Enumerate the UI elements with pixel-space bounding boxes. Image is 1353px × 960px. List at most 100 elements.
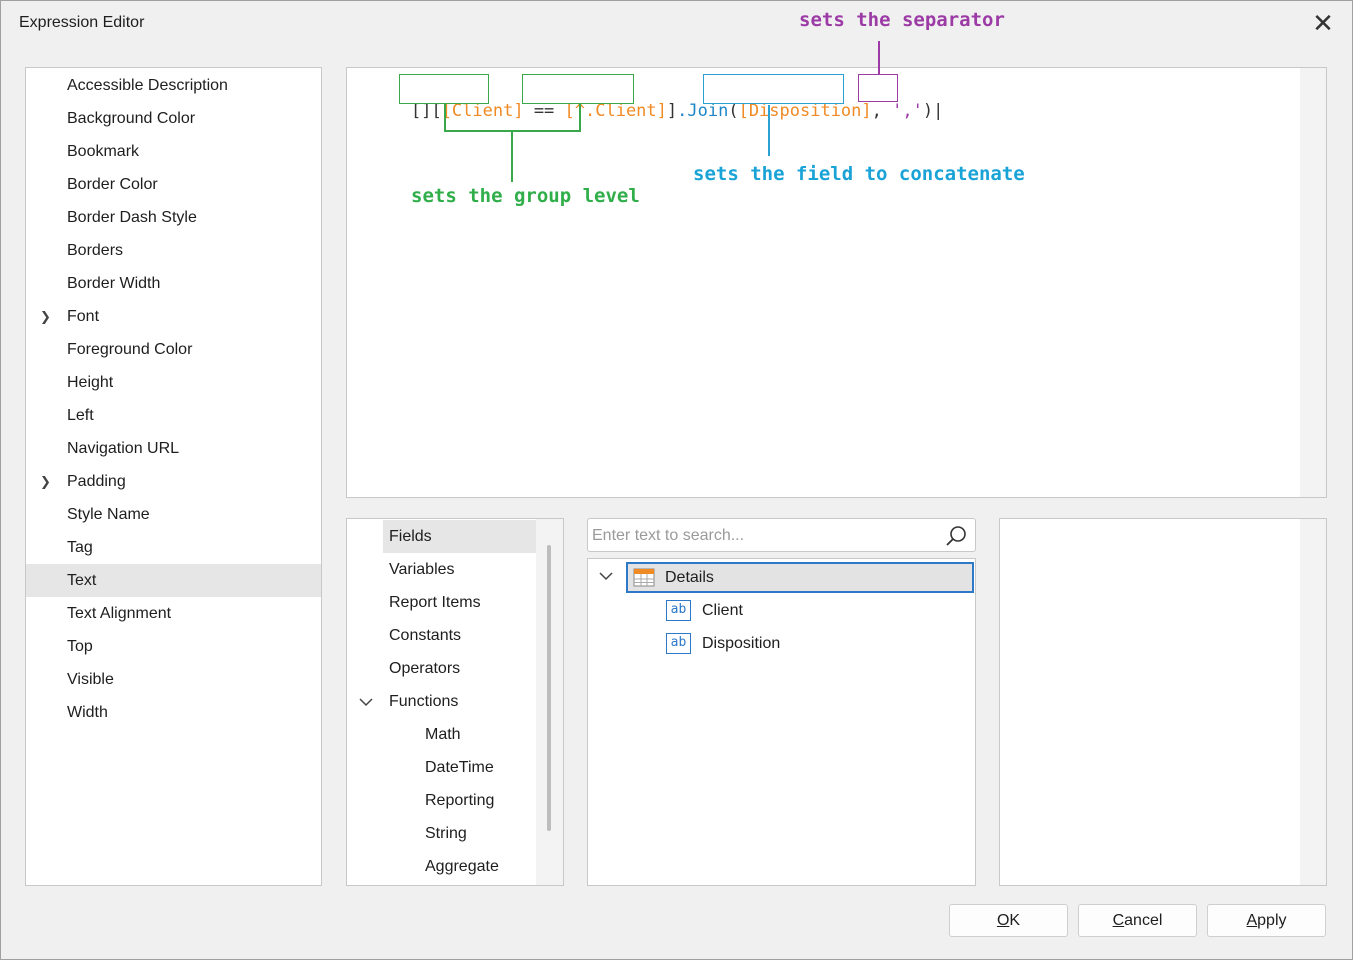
separator-box	[858, 74, 898, 102]
description-scrollbar[interactable]	[1300, 519, 1326, 885]
close-icon[interactable]: ✕	[1309, 9, 1337, 37]
cancel-label: ancel	[1124, 912, 1163, 929]
tree-child-client[interactable]: ab Client	[666, 595, 966, 628]
category-item[interactable]: String	[419, 817, 536, 850]
dialog-title: Expression Editor	[19, 14, 145, 31]
property-label: Height	[67, 374, 114, 391]
category-label: String	[425, 825, 467, 842]
category-item[interactable]: Operators	[383, 652, 536, 685]
expression-scrollbar[interactable]	[1300, 68, 1326, 497]
property-item[interactable]: Style Name	[26, 498, 321, 531]
property-item[interactable]: Bookmark	[26, 135, 321, 168]
property-item[interactable]: Background Color	[26, 102, 321, 135]
category-item[interactable]: Constants	[383, 619, 536, 652]
chevron-right-icon[interactable]: ❯	[40, 465, 51, 498]
property-item[interactable]: Left	[26, 399, 321, 432]
property-item[interactable]: Border Color	[26, 168, 321, 201]
description-panel	[999, 518, 1327, 886]
property-item[interactable]: Height	[26, 366, 321, 399]
property-item[interactable]: Navigation URL	[26, 432, 321, 465]
chevron-right-icon[interactable]: ❯	[40, 300, 51, 333]
property-label: Navigation URL	[67, 440, 180, 457]
expression-editor-dialog: Expression Editor ✕ Accessible Descripti…	[0, 0, 1353, 960]
apply-label: pply	[1257, 912, 1287, 929]
property-item[interactable]: Border Width	[26, 267, 321, 300]
expr-field-disposition: [Disposition]	[738, 101, 872, 121]
category-label: Constants	[389, 627, 462, 644]
category-label: Math	[425, 726, 461, 743]
category-scrollbar-thumb[interactable]	[547, 545, 551, 831]
apply-button[interactable]: Apply	[1207, 904, 1326, 937]
category-label: Variables	[389, 561, 455, 578]
property-label: Visible	[67, 671, 114, 688]
property-item[interactable]: Width	[26, 696, 321, 729]
category-item[interactable]: Fields	[383, 520, 536, 553]
property-label: Tag	[67, 539, 93, 556]
search-icon[interactable]	[943, 523, 969, 549]
property-list: Accessible Description Background Color Bo…	[25, 67, 322, 886]
tree-node-label: Disposition	[702, 635, 781, 652]
category-label: Aggregate	[425, 858, 499, 875]
field-annotation: sets the field to concatenate	[693, 163, 1025, 185]
apply-mnemonic: A	[1246, 912, 1258, 929]
property-label: Background Color	[67, 110, 196, 127]
tree-child-disposition[interactable]: ab Disposition	[666, 628, 966, 661]
category-item[interactable]: DateTime	[419, 751, 536, 784]
category-label: Fields	[389, 528, 432, 545]
property-item[interactable]: Visible	[26, 663, 321, 696]
ok-button[interactable]: OK	[949, 904, 1068, 937]
category-list: Fields Variables Report Items Constants Oper…	[346, 518, 564, 886]
separator-annotation: sets the separator	[799, 9, 1005, 31]
property-label: Bookmark	[67, 143, 140, 160]
chevron-down-icon[interactable]	[599, 571, 613, 581]
category-label: Report Items	[389, 594, 481, 611]
search-box	[587, 518, 976, 552]
category-item[interactable]: Report Items	[383, 586, 536, 619]
property-label: Width	[67, 704, 108, 721]
cancel-button[interactable]: Cancel	[1078, 904, 1197, 937]
ok-mnemonic: O	[996, 912, 1010, 929]
property-item[interactable]: Foreground Color	[26, 333, 321, 366]
category-item[interactable]: Variables	[383, 553, 536, 586]
expr-close-bracket: ]	[666, 101, 678, 121]
chevron-down-icon[interactable]	[359, 697, 373, 707]
search-input[interactable]	[592, 525, 932, 547]
category-item[interactable]: Reporting	[419, 784, 536, 817]
property-label: Border Width	[67, 275, 161, 292]
string-field-icon: ab	[666, 600, 691, 621]
ok-label: K	[1009, 912, 1021, 929]
property-item[interactable]: Borders	[26, 234, 321, 267]
property-label: Style Name	[67, 506, 150, 523]
property-item[interactable]: Text Alignment	[26, 597, 321, 630]
property-item[interactable]: Border Dash Style	[26, 201, 321, 234]
property-item[interactable]: Text	[26, 564, 321, 597]
property-label: Top	[67, 638, 93, 655]
category-label: Operators	[389, 660, 461, 677]
category-item[interactable]: Math	[419, 718, 536, 751]
property-item[interactable]: Accessible Description	[26, 69, 321, 102]
category-label: DateTime	[425, 759, 494, 776]
group-field-box	[399, 74, 489, 104]
expr-open-paren: (	[728, 101, 739, 121]
expr-operator: ==	[523, 101, 565, 121]
group-connector	[444, 104, 446, 131]
property-item[interactable]: Top	[26, 630, 321, 663]
field-tree: Details ab Client ab Disposition	[587, 558, 976, 886]
property-item[interactable]: ❯ Padding	[26, 465, 321, 498]
cancel-mnemonic: C	[1112, 912, 1125, 929]
expr-prefix: []	[410, 101, 432, 121]
text-cursor: |	[933, 101, 944, 121]
property-item[interactable]: ❯ Font	[26, 300, 321, 333]
property-label: Padding	[67, 473, 126, 490]
property-label: Text	[67, 572, 97, 589]
category-label: Reporting	[425, 792, 495, 809]
group-level-annotation: sets the group level	[411, 185, 640, 207]
field-connector	[768, 105, 770, 156]
property-label: Left	[67, 407, 94, 424]
category-item[interactable]: Functions	[383, 685, 536, 718]
property-label: Foreground Color	[67, 341, 193, 358]
property-item[interactable]: Tag	[26, 531, 321, 564]
category-label: Functions	[389, 693, 459, 710]
property-label: Border Color	[67, 176, 158, 193]
category-item[interactable]: Aggregate	[419, 850, 536, 883]
